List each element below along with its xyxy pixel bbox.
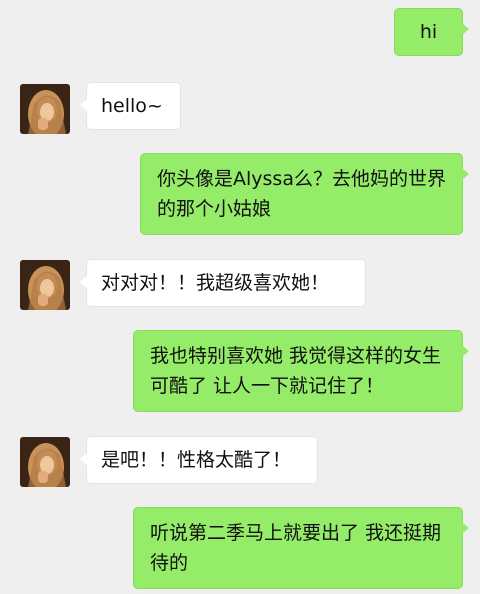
chat-window: hi hello~ 你头像是Alyssa么？去他妈的世界的那个小姑娘 对对对！！… xyxy=(0,0,480,594)
outgoing-message[interactable]: 听说第二季马上就要出了 我还挺期待的 xyxy=(133,507,469,589)
outgoing-message[interactable]: hi xyxy=(394,8,469,56)
contact-avatar-icon xyxy=(20,84,70,134)
incoming-message[interactable]: 是吧！！性格太酷了！ xyxy=(80,436,318,484)
contact-avatar[interactable] xyxy=(20,84,70,134)
incoming-message[interactable]: hello~ xyxy=(80,82,181,130)
outgoing-message[interactable]: 我也特别喜欢她 我觉得这样的女生可酷了 让人一下就记住了！ xyxy=(133,330,469,412)
incoming-message[interactable]: 对对对！！我超级喜欢她！ xyxy=(80,259,366,307)
contact-avatar[interactable] xyxy=(20,260,70,310)
outgoing-message[interactable]: 你头像是Alyssa么？去他妈的世界的那个小姑娘 xyxy=(140,153,469,235)
contact-avatar[interactable] xyxy=(20,437,70,487)
contact-avatar-icon xyxy=(20,437,70,487)
contact-avatar-icon xyxy=(20,260,70,310)
